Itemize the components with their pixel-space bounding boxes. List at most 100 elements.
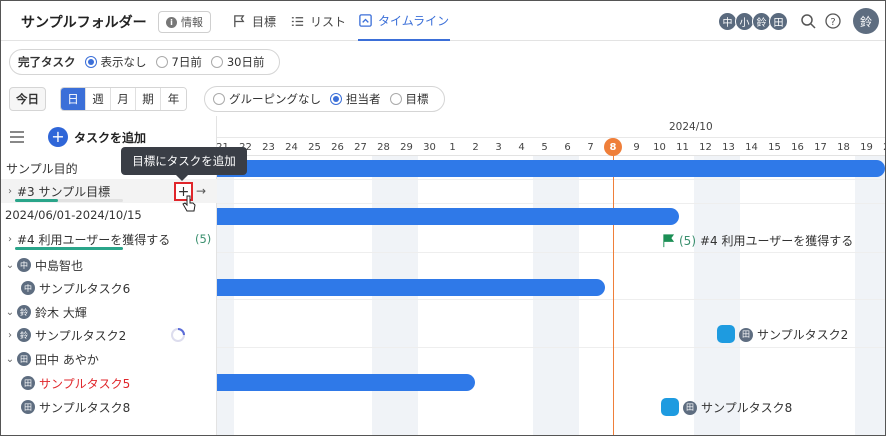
row-divider	[217, 299, 885, 300]
member2-avatar: 鈴	[17, 305, 31, 319]
tab-goals[interactable]: 目標	[232, 1, 276, 41]
assignee-avatar: 田	[21, 400, 35, 414]
option-label: 7日前	[171, 55, 202, 69]
task2-milestone-label[interactable]: 田 サンプルタスク2	[739, 326, 848, 343]
day-label: 30	[423, 141, 436, 153]
radio-icon	[213, 93, 225, 105]
info-button[interactable]: i 情報	[158, 11, 211, 33]
assignee-avatar: 田	[21, 376, 35, 390]
tab-timeline[interactable]: タイムライン	[358, 1, 450, 41]
assignee-avatar: 鈴	[17, 328, 31, 342]
month-label: 2024/10	[669, 121, 713, 133]
task8-row[interactable]: 田 サンプルタスク8	[1, 395, 217, 419]
goal4-milestone-count: (5)	[679, 233, 696, 248]
day-label: 24	[285, 141, 298, 153]
day-label: 25	[308, 141, 321, 153]
chevron-right-icon[interactable]: ›	[5, 186, 15, 197]
day-label: 20	[878, 138, 885, 156]
add-task-to-goal-tooltip: 目標にタスクを追加	[121, 147, 247, 181]
day-label: 23	[262, 141, 275, 153]
day-label: 9	[633, 141, 640, 153]
today-marker[interactable]: 8	[604, 138, 622, 156]
today-button[interactable]: 今日	[9, 87, 46, 111]
user-avatar[interactable]: 鈴	[853, 8, 879, 34]
flag-icon	[234, 14, 245, 27]
scale-day[interactable]: 日	[61, 88, 86, 110]
completed-option-30days[interactable]: 30日前	[210, 54, 264, 70]
goal3-progress-fill	[15, 199, 59, 202]
grouping-filter: グルーピングなし 担当者 目標	[204, 86, 445, 112]
task2-row[interactable]: › 鈴 サンプルタスク2	[1, 323, 217, 347]
weekend-column	[533, 156, 556, 435]
day-label: 5	[541, 141, 548, 153]
scale-selector: 日 週 月 期 年	[60, 87, 187, 111]
progress-ring-icon	[171, 328, 185, 342]
info-icon: i	[166, 16, 177, 28]
scale-week[interactable]: 週	[86, 88, 111, 110]
info-label: 情報	[181, 16, 203, 29]
scale-month[interactable]: 月	[111, 88, 136, 110]
radio-icon	[210, 56, 223, 68]
row-divider	[217, 203, 885, 204]
task2-milestone[interactable]	[717, 325, 735, 343]
member3-row[interactable]: ⌄ 田 田中 あやか	[1, 347, 217, 371]
chevron-right-icon[interactable]: ›	[5, 234, 15, 245]
timeline-icon	[359, 13, 372, 27]
task6-label: サンプルタスク6	[39, 281, 131, 296]
task5-row[interactable]: 田 サンプルタスク5	[1, 371, 217, 395]
search-icon[interactable]	[800, 13, 816, 29]
tab-timeline-label: タイムライン	[378, 13, 450, 28]
day-label: 18	[837, 141, 850, 153]
task8-milestone[interactable]	[661, 398, 679, 416]
radio-icon	[155, 56, 168, 68]
task6-bar[interactable]	[217, 279, 605, 296]
task5-bar[interactable]	[217, 374, 475, 391]
grouping-option-goal[interactable]: 目標	[389, 91, 429, 107]
member1-name: 中島智也	[35, 258, 84, 273]
row-divider	[217, 252, 885, 253]
add-task-icon[interactable]: +	[48, 127, 68, 147]
member-avatar[interactable]: 田	[769, 12, 788, 31]
tab-list[interactable]: リスト	[290, 1, 346, 41]
task6-row[interactable]: 中 サンプルタスク6	[1, 276, 217, 300]
goal4-milestone[interactable]: (5) #4 利用ユーザーを獲得する	[661, 232, 853, 249]
chevron-down-icon[interactable]: ⌄	[5, 307, 15, 318]
member3-avatar: 田	[17, 352, 31, 366]
task8-milestone-label[interactable]: 田 サンプルタスク8	[683, 399, 792, 416]
goal3-progress-track	[15, 199, 123, 202]
member1-row[interactable]: ⌄ 中 中島智也	[1, 253, 217, 277]
day-label: 28	[377, 141, 390, 153]
hand-cursor-icon	[182, 195, 196, 212]
day-label: 17	[814, 141, 827, 153]
chevron-right-icon[interactable]: ›	[5, 330, 15, 341]
day-label: 19	[860, 141, 873, 153]
task5-label: サンプルタスク5	[39, 376, 131, 391]
arrow-right-icon[interactable]: →	[196, 184, 206, 198]
completed-option-7days[interactable]: 7日前	[155, 54, 202, 70]
goal-root-label: サンプル目的	[6, 161, 78, 176]
day-label: 13	[722, 141, 735, 153]
grouping-option-assignee[interactable]: 担当者	[330, 91, 381, 107]
chevron-down-icon[interactable]: ⌄	[5, 354, 15, 365]
goal4-milestone-label: #4 利用ユーザーを獲得する	[700, 234, 854, 248]
app-window: サンプルフォルダー i 情報 目標 リスト タイムライン 中 小 鈴 田 ? 鈴…	[0, 0, 886, 436]
goal-root-bar[interactable]	[217, 160, 885, 177]
option-label: 目標	[405, 92, 429, 106]
hamburger-menu-icon[interactable]	[10, 131, 24, 143]
weekend-column	[694, 156, 717, 435]
help-icon[interactable]: ?	[825, 13, 841, 29]
goal3-bar[interactable]	[217, 208, 679, 225]
completed-option-none[interactable]: 表示なし	[84, 54, 147, 70]
scale-year[interactable]: 年	[161, 88, 186, 110]
row-divider	[217, 179, 885, 180]
chevron-down-icon[interactable]: ⌄	[5, 260, 15, 271]
weekend-column	[395, 156, 418, 435]
flag-icon	[663, 234, 675, 248]
scale-quarter[interactable]: 期	[136, 88, 161, 110]
goal4-progress-fill	[15, 247, 123, 250]
radio-icon	[330, 93, 342, 105]
member2-row[interactable]: ⌄ 鈴 鈴木 大輝	[1, 300, 217, 324]
day-header: 2122232425262728293012345678910111213141…	[217, 138, 885, 156]
add-task-button[interactable]: タスクを追加	[74, 129, 146, 146]
grouping-option-none[interactable]: グルーピングなし	[213, 91, 321, 107]
